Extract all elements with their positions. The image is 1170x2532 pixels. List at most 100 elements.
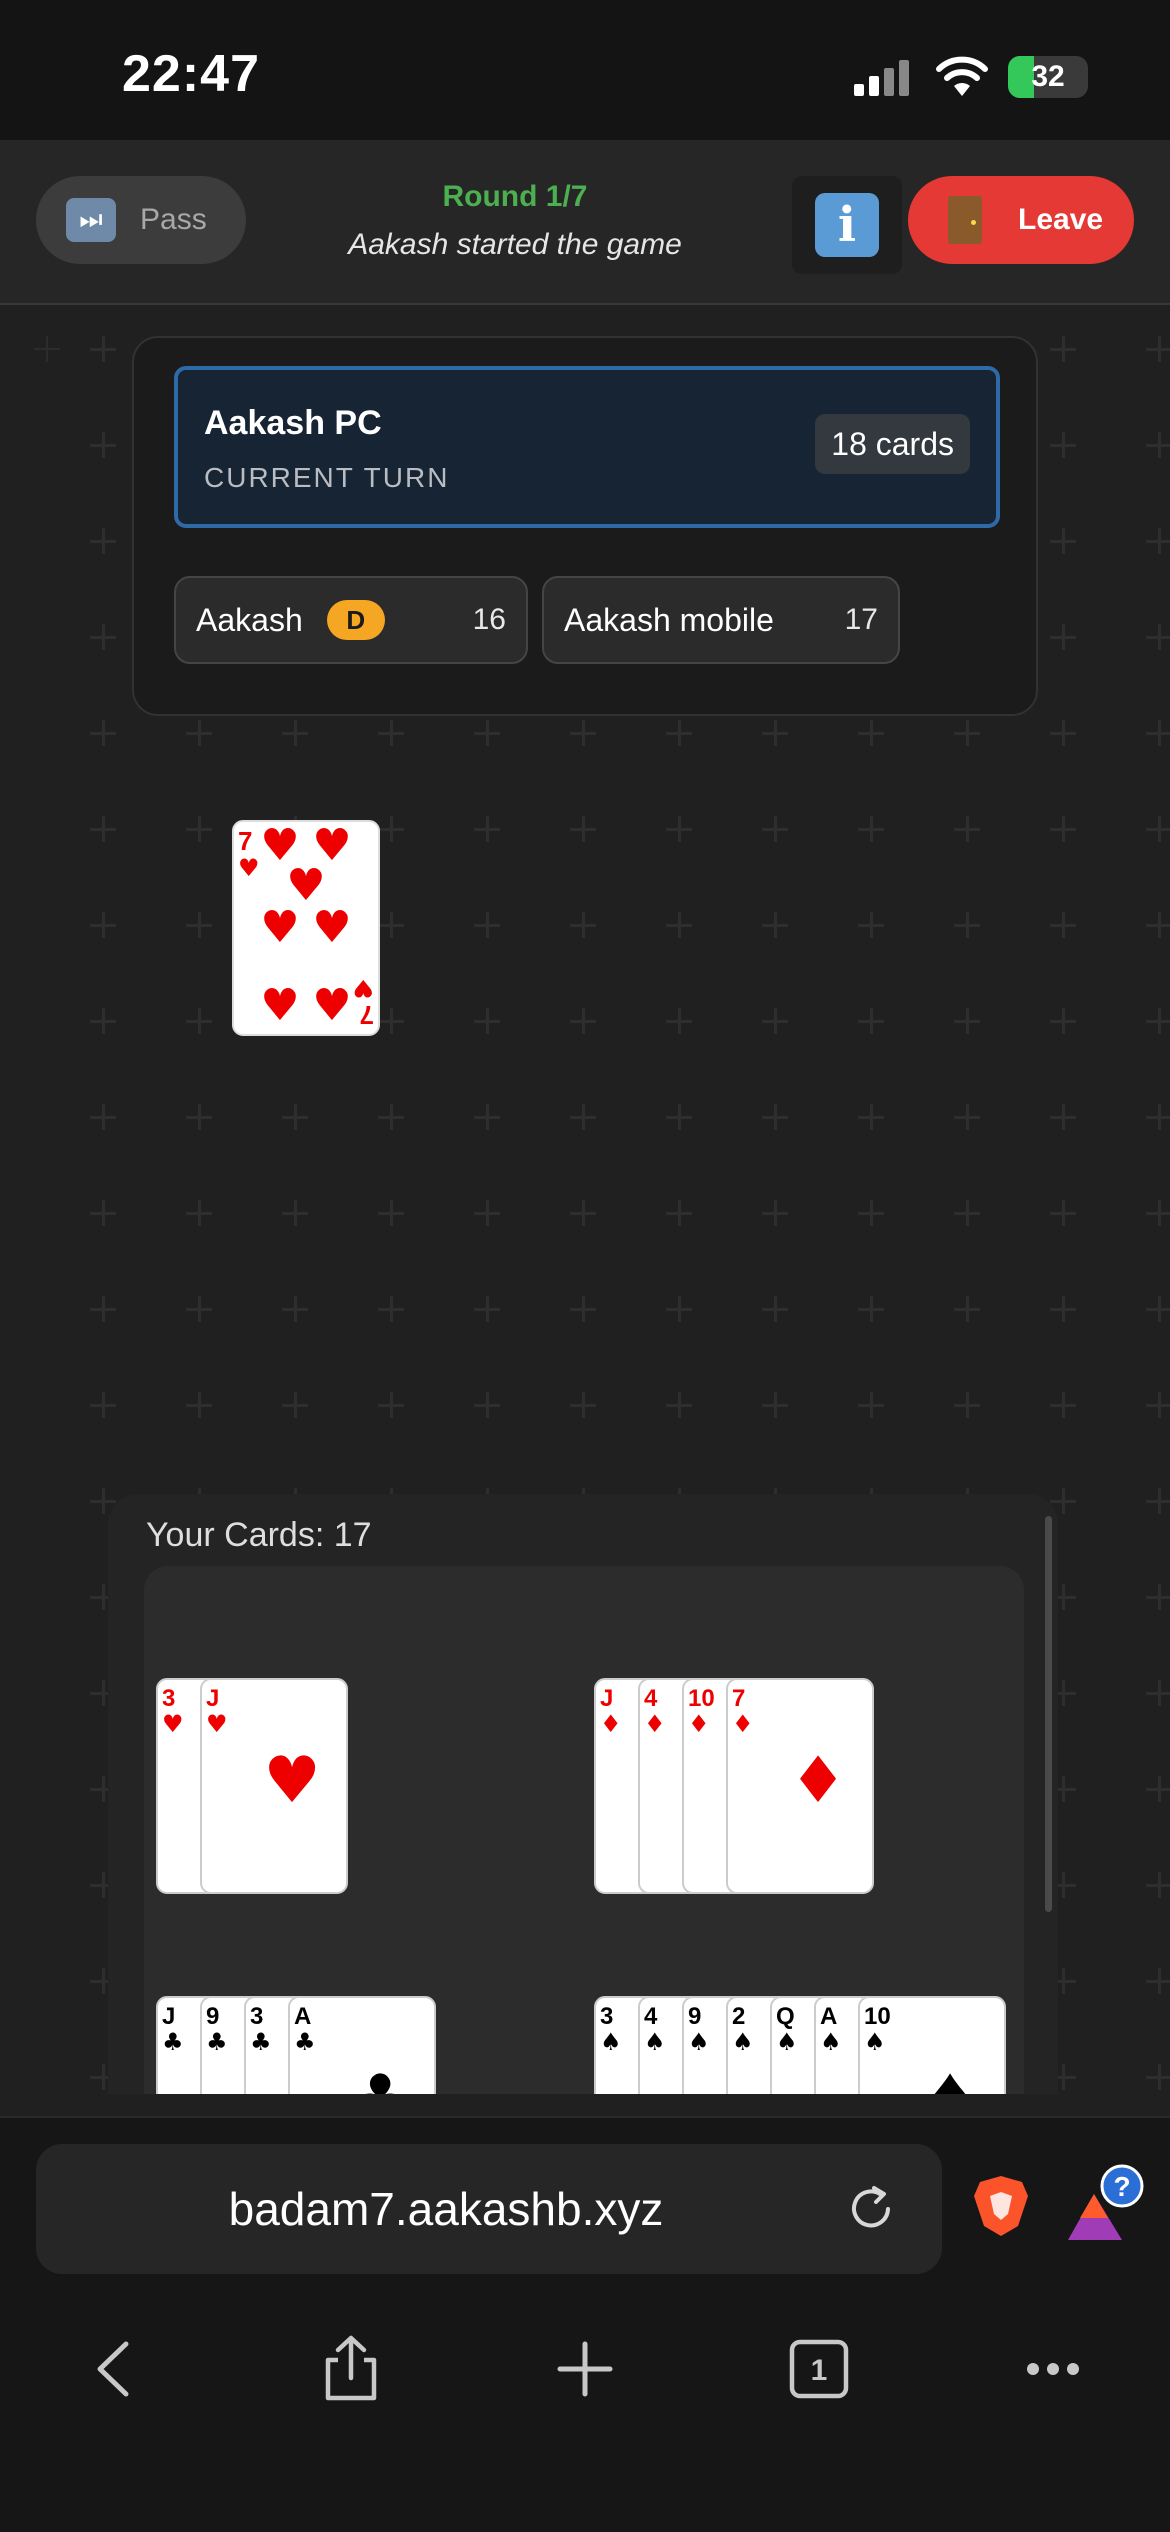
board-pattern-plus <box>570 1392 596 1418</box>
board-pattern-plus <box>90 1104 116 1130</box>
hand-card[interactable]: J♥♥ <box>200 1678 348 1894</box>
board-pattern-plus <box>762 1296 788 1322</box>
board-pattern-plus <box>1050 1296 1076 1322</box>
board-pattern-plus <box>954 1296 980 1322</box>
board-pattern-plus <box>1146 912 1170 938</box>
leave-button[interactable]: Leave <box>908 176 1134 264</box>
hand-cards-area[interactable]: 3♥♥J♥♥J♦♦4♦♦10♦♦7♦♦J♣♣9♣♣3♣♣A♣♣3♠♠4♠♠9♠♠… <box>144 1566 1024 2094</box>
tabs-icon[interactable]: 1 <box>782 2332 856 2406</box>
svg-text:10: 10 <box>864 2003 891 2030</box>
board-pattern-plus <box>666 1296 692 1322</box>
board-pattern-plus <box>1146 1296 1170 1322</box>
board-pattern-plus <box>90 336 116 362</box>
reload-icon[interactable] <box>844 2182 898 2236</box>
board-pattern-plus <box>1146 2064 1170 2090</box>
board-pattern-plus <box>666 1392 692 1418</box>
board-pattern-plus <box>858 1200 884 1226</box>
board-pattern-plus <box>1146 624 1170 650</box>
svg-text:♠: ♠ <box>820 2028 842 2056</box>
svg-text:4: 4 <box>644 2003 658 2030</box>
url-text: badam7.aakashb.xyz <box>228 2183 664 2235</box>
brave-shields-icon[interactable] <box>972 2174 1030 2238</box>
hand-scrollbar[interactable] <box>1045 1516 1052 1912</box>
board-pattern-plus <box>762 912 788 938</box>
svg-text:9: 9 <box>688 2003 701 2030</box>
hand-card[interactable]: 10♠♠ <box>858 1996 1006 2094</box>
current-turn-label: CURRENT TURN <box>204 462 450 493</box>
board-pattern-plus <box>1050 1200 1076 1226</box>
board-pattern-plus <box>1146 336 1170 362</box>
share-icon[interactable] <box>314 2332 388 2406</box>
current-player-name: Aakash PC <box>204 404 382 442</box>
current-turn-card: Aakash PC CURRENT TURN 18 cards <box>174 366 1000 528</box>
hand-card[interactable]: A♣♣ <box>288 1996 436 2094</box>
svg-text:♠: ♠ <box>732 2028 754 2056</box>
board-pattern-plus <box>186 816 212 842</box>
board-pattern-plus <box>1146 432 1170 458</box>
board-pattern-plus <box>1050 816 1076 842</box>
game-status-message: Aakash started the game <box>348 228 682 261</box>
players-panel: Aakash PC CURRENT TURN 18 cards Aakash D… <box>132 336 1038 716</box>
svg-text:♥: ♥ <box>260 980 299 1031</box>
svg-text:4: 4 <box>644 1685 658 1712</box>
board-pattern-plus <box>858 1104 884 1130</box>
table-card-seven-of-hearts: 7 ♥ ♥ ♥ ♥ ♥ ♥ ♥ ♥ 7 ♥ <box>232 820 380 1036</box>
board-pattern-plus <box>282 1200 308 1226</box>
status-bar: 22:47 32 <box>0 0 1170 140</box>
svg-text:♦: ♦ <box>688 1710 710 1738</box>
board-pattern-plus <box>858 720 884 746</box>
svg-text:A: A <box>294 2003 311 2030</box>
svg-text:J: J <box>600 1685 613 1712</box>
board-pattern-plus <box>474 1008 500 1034</box>
board-pattern-plus <box>570 1296 596 1322</box>
more-menu-icon[interactable] <box>1016 2332 1090 2406</box>
board-pattern-plus <box>1146 1200 1170 1226</box>
board-pattern-plus <box>378 816 404 842</box>
svg-text:♣: ♣ <box>351 2062 408 2094</box>
pass-button[interactable]: ⏭ Pass <box>36 176 246 264</box>
svg-text:♠: ♠ <box>600 2028 622 2056</box>
brave-rewards-icon[interactable]: ? <box>1066 2164 1146 2244</box>
board-pattern-plus <box>474 816 500 842</box>
svg-text:♣: ♣ <box>162 2028 184 2056</box>
board-pattern-plus <box>858 1008 884 1034</box>
svg-text:3: 3 <box>250 2003 263 2030</box>
svg-text:9: 9 <box>206 2003 219 2030</box>
hand-card[interactable]: 7♦♦ <box>726 1678 874 1894</box>
leave-label: Leave <box>1018 203 1104 236</box>
svg-text:7: 7 <box>732 1685 745 1712</box>
board-pattern-plus <box>90 1200 116 1226</box>
info-button[interactable]: i <box>792 176 902 274</box>
board-pattern-plus <box>762 1008 788 1034</box>
board-pattern-plus <box>90 816 116 842</box>
board-pattern-plus <box>90 432 116 458</box>
player-card-count: 16 <box>472 603 506 636</box>
svg-text:♣: ♣ <box>250 2028 272 2056</box>
svg-text:♣: ♣ <box>206 2028 228 2056</box>
board-pattern-plus <box>474 1392 500 1418</box>
board-pattern-plus <box>378 1392 404 1418</box>
address-bar[interactable]: badam7.aakashb.xyz <box>36 2144 942 2274</box>
board-pattern-plus <box>954 912 980 938</box>
board-pattern-plus <box>1050 1392 1076 1418</box>
board-pattern-plus <box>378 1008 404 1034</box>
svg-text:♥: ♥ <box>260 902 299 953</box>
board-pattern-plus <box>378 912 404 938</box>
board-pattern-plus <box>666 912 692 938</box>
player-card-count: 17 <box>844 603 878 636</box>
back-icon[interactable] <box>80 2332 154 2406</box>
board-pattern-plus <box>1146 1680 1170 1706</box>
dealer-badge: D <box>326 600 385 640</box>
door-icon <box>948 196 982 244</box>
board-pattern-plus <box>1146 1392 1170 1418</box>
board-pattern-plus <box>1146 1968 1170 1994</box>
new-tab-icon[interactable] <box>548 2332 622 2406</box>
board-pattern-plus <box>378 720 404 746</box>
board-pattern-plus <box>1050 432 1076 458</box>
battery-indicator: 32 <box>1008 56 1088 98</box>
svg-text:♥: ♥ <box>352 974 374 1002</box>
svg-text:3: 3 <box>600 2003 613 2030</box>
board-pattern-plus <box>954 720 980 746</box>
svg-text:♦: ♦ <box>789 1744 846 1818</box>
svg-text:A: A <box>820 2003 837 2030</box>
